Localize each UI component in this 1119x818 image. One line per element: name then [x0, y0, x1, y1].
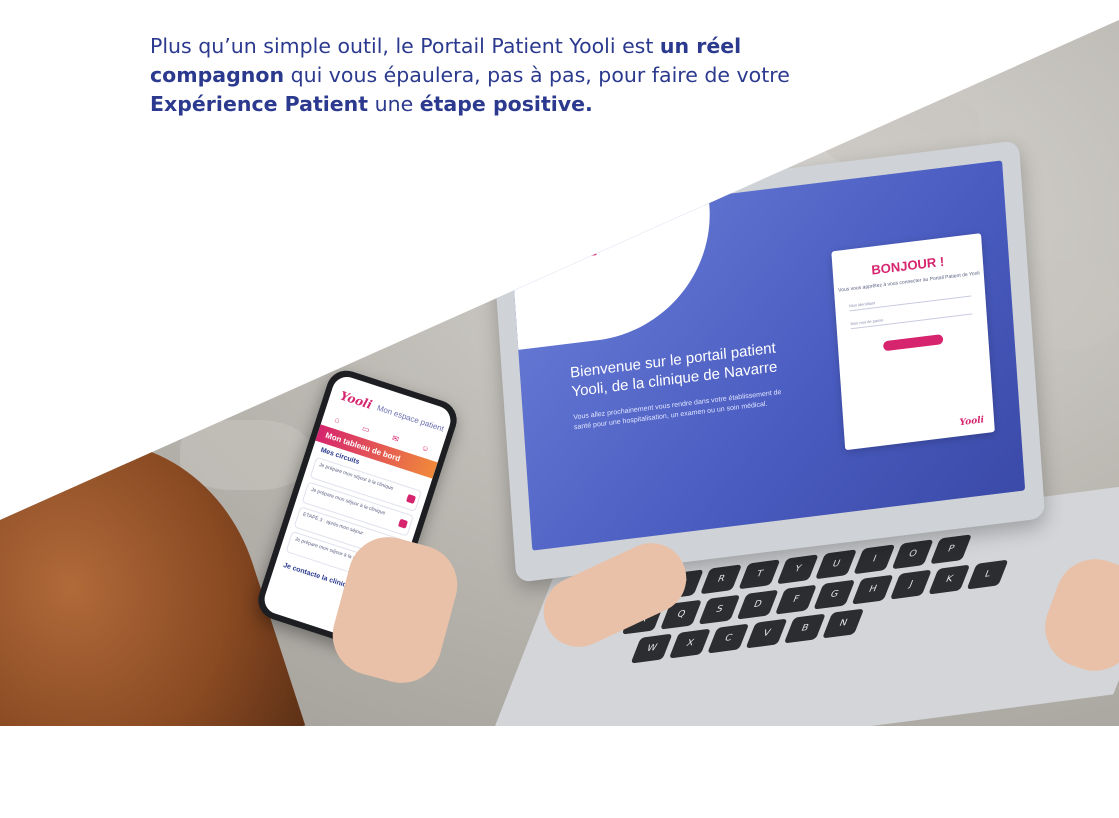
key: T [738, 559, 781, 590]
intro-text-2: qui vous épaulera, pas à pas, pour faire… [284, 63, 790, 87]
screen-white-corner [509, 196, 718, 350]
key: F [774, 584, 817, 615]
key: R [700, 564, 743, 595]
key: I [853, 544, 896, 575]
laptop-lid: Yooli Bienvenue sur le portail patient Y… [490, 140, 1046, 583]
key: K [928, 564, 971, 595]
login-card: BONJOUR ! Vous vous apprêtez à vous conn… [831, 233, 995, 451]
key: H [851, 574, 894, 605]
phone-title: Mon espace patient [376, 402, 446, 433]
key: J [889, 569, 932, 600]
laptop-screen: Yooli Bienvenue sur le portail patient Y… [509, 160, 1026, 551]
key: W [630, 633, 673, 664]
key: S [698, 594, 741, 625]
login-button[interactable] [882, 334, 944, 352]
key: B [783, 613, 826, 644]
circuit-tag-icon [397, 518, 409, 529]
key: U [815, 549, 858, 580]
mail-icon[interactable]: ✉ [389, 433, 400, 448]
key: L [966, 559, 1009, 590]
key: C [707, 623, 750, 654]
key: X [668, 628, 711, 659]
intro-text-1: Plus qu’un simple outil, le Portail Pati… [150, 34, 660, 58]
card-logo: Yooli [959, 415, 985, 429]
user-icon[interactable]: ☺ [418, 443, 431, 459]
intro-bold-2: Expérience Patient [150, 92, 369, 116]
intro-text-3: une [368, 92, 420, 116]
circuit-tag-icon [405, 493, 417, 505]
key: Y [776, 554, 819, 585]
key: N [822, 608, 865, 639]
folder-icon[interactable]: ▭ [359, 424, 371, 440]
stone [180, 420, 310, 490]
key: V [745, 618, 788, 649]
password-field[interactable]: Mon mot de passe [850, 306, 973, 330]
stone [620, 120, 760, 190]
key: D [736, 589, 779, 620]
intro-bold-3: étape positive. [419, 92, 593, 116]
key: O [891, 539, 934, 570]
intro-paragraph: Plus qu’un simple outil, le Portail Pati… [150, 32, 850, 119]
home-icon[interactable]: ⌂ [332, 415, 341, 430]
phone-logo: Yooli [338, 388, 374, 412]
key: G [813, 579, 856, 610]
key: P [929, 534, 972, 565]
